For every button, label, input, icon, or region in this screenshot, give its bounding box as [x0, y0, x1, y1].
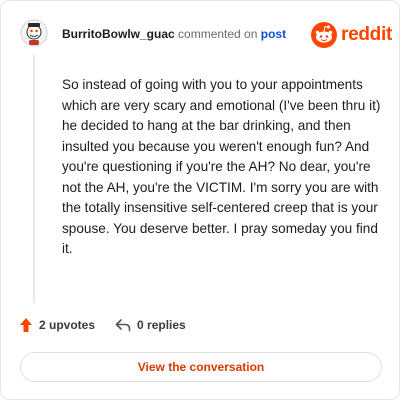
username-link[interactable]: BurritoBowlw_guac	[62, 27, 175, 41]
view-conversation-button[interactable]: View the conversation	[20, 352, 382, 382]
reply-arrow-icon	[115, 319, 131, 332]
replies-count: 0 replies	[137, 318, 186, 332]
comment-card: BurritoBowlw_guac commented on post redd…	[0, 0, 400, 400]
commented-on-label: commented on	[178, 27, 258, 41]
reddit-snoo-icon	[311, 22, 337, 48]
reddit-wordmark: reddit	[341, 24, 392, 45]
upvotes-count: 2 upvotes	[39, 318, 96, 332]
user-avatar-icon[interactable]	[20, 19, 48, 47]
thread-line	[33, 55, 35, 303]
upvotes-stat[interactable]: 2 upvotes	[19, 317, 95, 333]
replies-stat[interactable]: 0 replies	[115, 318, 186, 332]
comment-header: BurritoBowlw_guac commented on post	[62, 26, 286, 42]
reddit-logo[interactable]: reddit	[311, 22, 392, 48]
upvote-arrow-icon	[20, 318, 32, 332]
post-link[interactable]: post	[261, 27, 286, 41]
comment-stats: 2 upvotes 0 replies	[19, 317, 186, 333]
comment-body: So instead of going with you to your app…	[62, 77, 381, 256]
